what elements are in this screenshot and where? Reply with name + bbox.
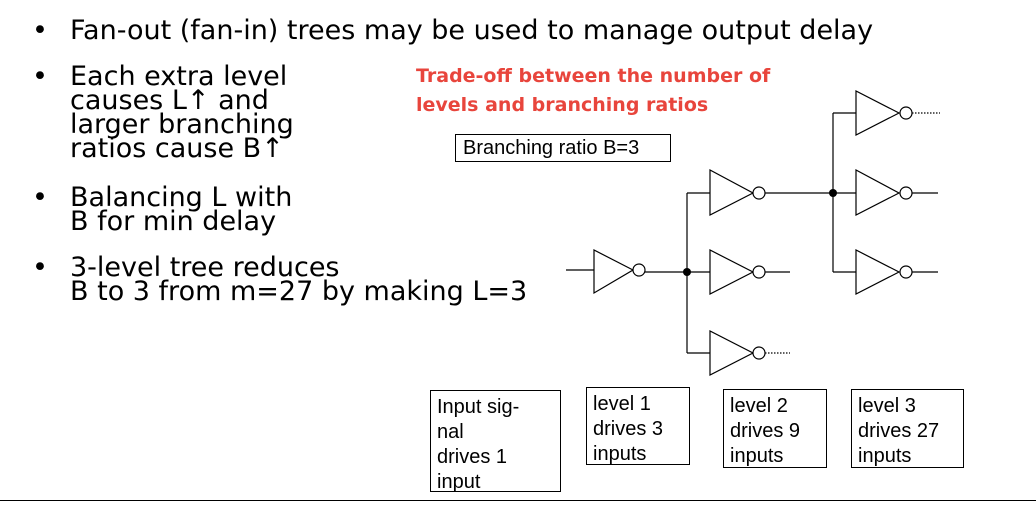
junction-dot	[683, 268, 691, 276]
level3-box: level 3 drives 27 inputs	[851, 389, 964, 468]
bottom-divider	[0, 500, 1036, 501]
inverter-level2-bot	[709, 330, 766, 376]
junction-dot	[829, 189, 837, 197]
input-signal-box: Input sig- nal drives 1 input	[430, 390, 561, 493]
inverter-level2-mid	[709, 249, 766, 295]
box-line: drives 1	[437, 446, 508, 468]
inverter-level3-top	[855, 90, 913, 136]
box-line: drives 27	[858, 420, 940, 442]
box-line: level 1	[593, 393, 651, 415]
box-line: nal	[437, 421, 464, 443]
level1-box: level 1 drives 3 inputs	[586, 387, 690, 465]
box-line: drives 9	[730, 420, 801, 442]
box-line: inputs	[730, 445, 784, 467]
inverter-level1	[593, 249, 646, 295]
box-line: level 2	[730, 395, 788, 417]
box-line: Input sig-	[437, 396, 520, 418]
level2-box: level 2 drives 9 inputs	[723, 389, 827, 468]
inverter-level3-bot	[855, 249, 913, 295]
box-line: inputs	[593, 443, 647, 465]
box-line: drives 3	[593, 418, 664, 440]
box-line: input	[437, 471, 481, 493]
box-line: inputs	[858, 445, 912, 467]
box-line: level 3	[858, 395, 916, 417]
inverter-level3-mid	[855, 168, 913, 216]
inverter-level2-top	[709, 168, 766, 216]
